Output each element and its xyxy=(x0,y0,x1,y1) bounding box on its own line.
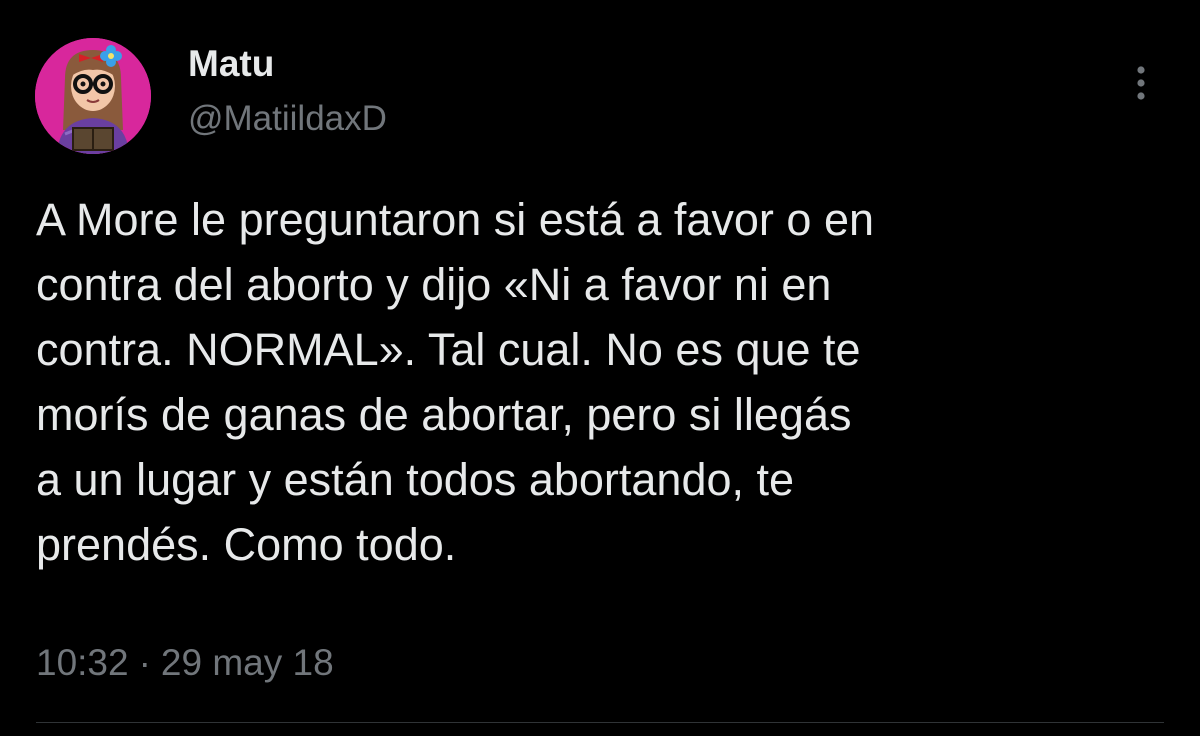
display-name[interactable]: Matu xyxy=(188,40,274,88)
divider xyxy=(36,722,1164,723)
more-vertical-icon xyxy=(1137,66,1145,100)
avatar[interactable] xyxy=(35,38,151,154)
tweet-text-line: morís de ganas de abortar, pero si llegá… xyxy=(36,389,852,440)
user-handle[interactable]: @MatiildaxD xyxy=(188,96,387,142)
separator-dot: · xyxy=(138,642,151,683)
tweet-time: 10:32 xyxy=(36,642,129,683)
more-options-button[interactable] xyxy=(1118,60,1164,106)
tweet-text-line: contra del aborto y dijo «Ni a favor ni … xyxy=(36,259,832,310)
tweet-card: Matu @MatiildaxD A More le preguntaron s… xyxy=(0,0,1200,736)
tweet-timestamp[interactable]: 10:32 · 29 may 18 xyxy=(36,638,334,688)
tweet-text-line: a un lugar y están todos abortando, te xyxy=(36,454,795,505)
tweet-text-line: A More le preguntaron si está a favor o … xyxy=(36,194,874,245)
tweet-text-line: contra. NORMAL». Tal cual. No es que te xyxy=(36,324,861,375)
cartoon-girl-avatar-icon xyxy=(35,38,151,154)
tweet-date: 29 may 18 xyxy=(160,642,334,683)
tweet-text-line: prendés. Como todo. xyxy=(36,519,457,570)
tweet-text: A More le preguntaron si está a favor o … xyxy=(36,187,1146,577)
